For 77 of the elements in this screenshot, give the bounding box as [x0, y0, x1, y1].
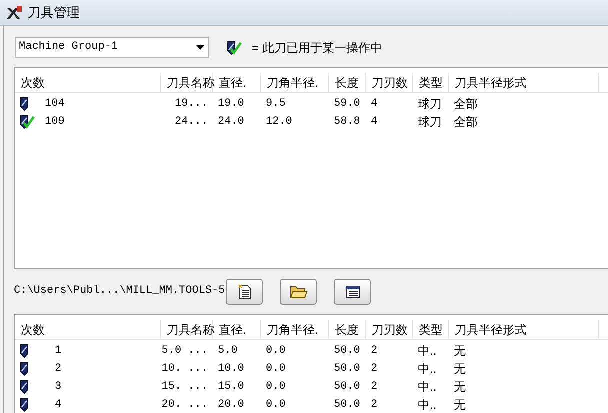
table-cell-text: 全部 [454, 114, 478, 131]
column-header[interactable]: 长度 [329, 72, 366, 92]
table-cell-text: 球刀 [418, 96, 442, 113]
table-cell-text: 无 [454, 397, 466, 413]
column-header[interactable]: 直径. [213, 320, 261, 340]
table-cell-text: 20.0 [218, 398, 244, 413]
column-header[interactable]: 次数 [15, 72, 161, 92]
column-header[interactable]: 直径. [213, 72, 261, 92]
table-cell-text: 0.0 [266, 344, 286, 359]
table-cell-text: 58.8 [334, 114, 360, 130]
table-cell-text: 中.. [418, 343, 437, 360]
table-cell-text: 4 [55, 398, 62, 413]
dropdown-caret-icon [196, 45, 205, 50]
column-header[interactable]: 类型 [413, 72, 449, 92]
table-cell-text: 9.5 [266, 96, 286, 112]
table-cell-text: 10. ... [162, 362, 208, 377]
table-icon [346, 286, 360, 298]
table-cell-text: 15.0 [218, 380, 244, 395]
table-cell-text: 5.0 [218, 344, 238, 359]
column-header[interactable]: 刀具半径形式 [449, 320, 599, 340]
table-cell-text: 20. ... [162, 398, 208, 413]
column-header[interactable]: 刀具半径形式 [449, 72, 599, 92]
table-view-button[interactable] [334, 278, 371, 304]
table-cell-text: 中.. [418, 397, 437, 413]
column-header[interactable]: 刀角半径. [261, 72, 329, 92]
table-cell-text: 全部 [454, 96, 478, 113]
table-cell-text: 50.0 [334, 398, 360, 413]
table-cell-text: 2 [55, 362, 62, 377]
table-cell-text: 4 [371, 114, 378, 130]
column-header[interactable]: 长度 [329, 320, 366, 340]
table-cell-text: 2 [371, 380, 378, 395]
table-cell-text: 0.0 [266, 380, 286, 395]
table-cell-text: 3 [55, 380, 62, 395]
used-tool-icon [227, 40, 242, 54]
column-header[interactable]: 刀刃数 [366, 72, 413, 92]
folder-icon [290, 284, 308, 298]
table-cell-text: 中.. [418, 361, 437, 378]
table-cell-text: 50.0 [334, 344, 360, 359]
table-cell-text: 中.. [418, 379, 437, 396]
table-cell-text: 12.0 [266, 114, 292, 130]
table-cell-text: 5.0 ... [162, 344, 208, 359]
app-logo-icon [6, 4, 22, 20]
table-cell-text: 15. ... [162, 380, 208, 395]
machine-group-dropdown[interactable]: Machine Group-1 [15, 37, 209, 58]
table-cell-text: 2 [371, 344, 378, 359]
column-header[interactable]: 次数 [15, 320, 161, 340]
table-cell-text: 1 [55, 344, 62, 359]
table-cell-text: 24... [174, 114, 208, 130]
table-cell-text: 无 [454, 361, 466, 378]
column-header[interactable]: 刀具名称 [161, 72, 213, 92]
table-cell-text: 0.0 [266, 362, 286, 377]
table-cell-text: 109 [45, 114, 65, 130]
table-cell-text: 104 [45, 96, 65, 112]
open-folder-button[interactable] [280, 278, 317, 304]
table-cell-text: 无 [454, 343, 466, 360]
table-cell-text: 无 [454, 379, 466, 396]
column-header[interactable]: 刀刃数 [366, 320, 413, 340]
table-cell-text: 2 [371, 362, 378, 377]
table-cell-text: 10.0 [218, 362, 244, 377]
table-cell-text: 59.0 [334, 96, 360, 112]
table-cell-text: 50.0 [334, 380, 360, 395]
table-cell-text: 球刀 [418, 114, 442, 131]
table-cell-text: 19.0 [218, 96, 244, 112]
column-header[interactable]: 刀角半径. [261, 320, 329, 340]
column-header[interactable]: 类型 [413, 320, 449, 340]
window-title: 刀具管理 [28, 4, 80, 22]
table-cell-text: 2 [371, 398, 378, 413]
table-cell-text: 24.0 [218, 114, 244, 130]
column-header[interactable]: 刀具名称 [161, 320, 213, 340]
table-cell-text: 0.0 [266, 398, 286, 413]
table-cell-text: 50.0 [334, 362, 360, 377]
new-library-button[interactable] [226, 278, 263, 304]
legend-text: = 此刀已用于某一操作中 [252, 40, 382, 56]
table-cell-text: 4 [371, 96, 378, 112]
library-path: C:\Users\Publ...\MILL_MM.TOOLS-5 [14, 284, 226, 300]
new-document-icon [238, 284, 252, 300]
table-cell-text: 19... [174, 96, 208, 112]
